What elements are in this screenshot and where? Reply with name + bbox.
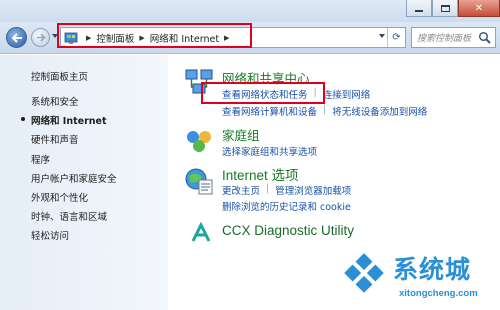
add-wireless-device-link[interactable]: 将无线设备添加到网络 (332, 104, 427, 118)
homegroup-links: 选择家庭组和共享选项 (222, 144, 317, 158)
ccx-diagnostic-title[interactable]: CCX Diagnostic Utility (222, 223, 354, 238)
change-home-page-link[interactable]: 更改主页 (222, 183, 260, 197)
network-sharing-center-links-row2: 查看网络计算机和设备 | 将无线设备添加到网络 (222, 104, 427, 118)
sidebar-category-list: 系统和安全 网络和 Internet 硬件和声音 程序 用户帐户和家庭安全 外观… (21, 94, 117, 248)
watermark-text: 系统城 (393, 255, 472, 284)
address-highlight-box (57, 23, 252, 48)
connect-to-network-link[interactable]: 连接到网络 (323, 87, 371, 101)
close-icon: ✕ (474, 2, 484, 14)
refresh-icon: ⟳ (392, 32, 401, 43)
sidebar-item-programs[interactable]: 程序 (31, 152, 117, 171)
search-input[interactable]: 搜索控制面板 (417, 31, 478, 44)
refresh-button[interactable]: ⟳ (387, 28, 405, 47)
ccx-diagnostic-icon (191, 222, 211, 242)
view-network-computers-link[interactable]: 查看网络计算机和设备 (222, 104, 317, 118)
sidebar: 控制面板主页 系统和安全 网络和 Internet 硬件和声音 程序 用户帐户和… (0, 55, 168, 310)
task-link-highlight-box (201, 82, 325, 104)
homegroup-sharing-options-link[interactable]: 选择家庭组和共享选项 (222, 144, 317, 158)
window-controls: ✕ (406, 0, 500, 17)
internet-options-icon (185, 168, 213, 195)
sidebar-item-ease-of-access[interactable]: 轻松访问 (31, 228, 117, 247)
sidebar-item-hardware-sound[interactable]: 硬件和声音 (31, 132, 117, 151)
link-separator: | (266, 183, 270, 194)
homegroup-icon (187, 131, 211, 152)
maximize-icon (440, 4, 450, 12)
sidebar-item-network-internet[interactable]: 网络和 Internet (21, 113, 117, 132)
internet-options-links: 更改主页 | 管理浏览器加载项 (222, 183, 351, 197)
address-dropdown-icon[interactable] (379, 34, 385, 38)
sidebar-item-appearance[interactable]: 外观和个性化 (31, 190, 117, 209)
sidebar-home-link[interactable]: 控制面板主页 (31, 69, 88, 83)
title-bar: ✕ (0, 0, 500, 22)
manage-browser-addons-link[interactable]: 管理浏览器加载项 (275, 183, 351, 197)
back-button[interactable] (6, 27, 27, 48)
windows-logo-icon (344, 253, 384, 293)
homegroup-title[interactable]: 家庭组 (222, 125, 260, 144)
internet-options-links-row2: 删除浏览的历史记录和 cookie (222, 199, 351, 213)
delete-browsing-history-link[interactable]: 删除浏览的历史记录和 cookie (222, 199, 351, 213)
sidebar-item-user-accounts[interactable]: 用户帐户和家庭安全 (31, 171, 117, 190)
minimize-button[interactable] (406, 0, 432, 17)
maximize-button[interactable] (432, 0, 458, 17)
forward-arrow-icon (36, 33, 46, 42)
search-box[interactable]: 搜索控制面板 (411, 27, 496, 48)
search-icon[interactable] (478, 31, 492, 45)
sidebar-item-system-security[interactable]: 系统和安全 (31, 94, 117, 113)
close-button[interactable]: ✕ (458, 0, 500, 17)
link-separator: | (323, 104, 327, 115)
minimize-icon (415, 10, 423, 12)
sidebar-item-clock-language-region[interactable]: 时钟、语言和区域 (31, 209, 117, 228)
watermark: 系统城 xitongcheng.com (333, 246, 500, 310)
watermark-url: xitongcheng.com (399, 288, 478, 299)
forward-button[interactable] (31, 28, 50, 47)
back-arrow-icon (11, 32, 22, 43)
internet-options-title[interactable]: Internet 选项 (222, 164, 299, 184)
